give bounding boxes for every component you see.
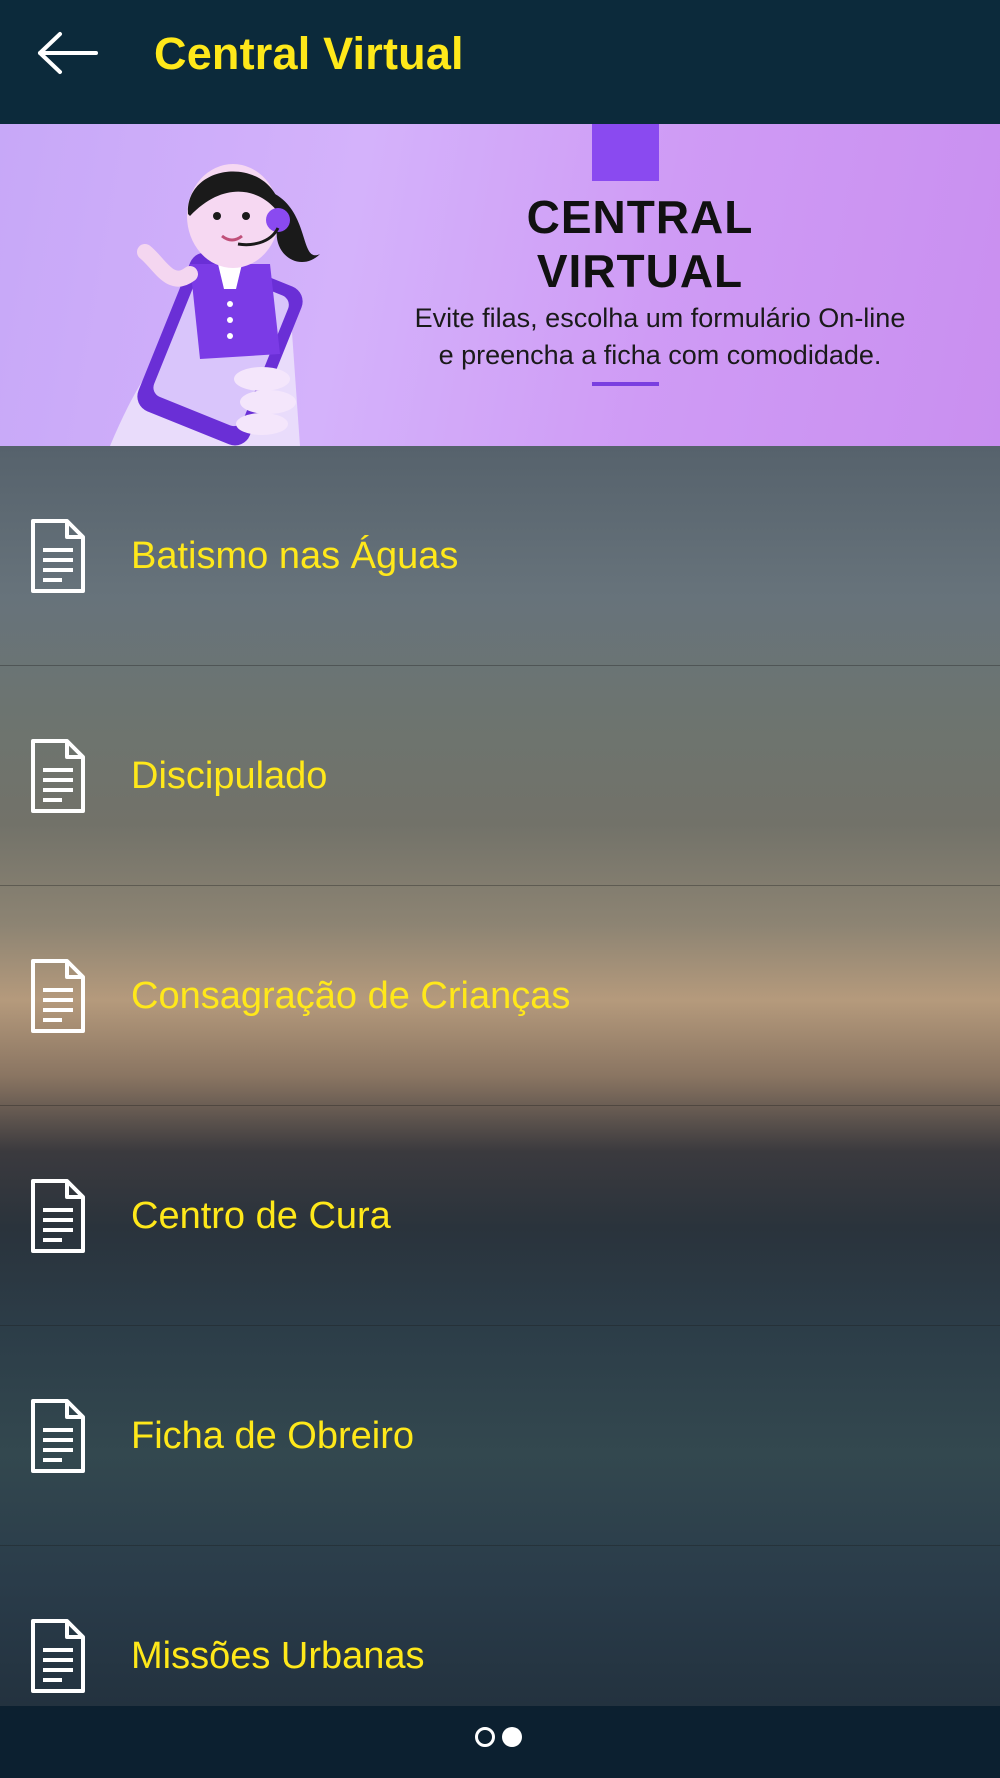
banner-accent-square (592, 124, 659, 181)
banner-title-line-2: VIRTUAL (536, 245, 744, 297)
call-center-woman-illustration (110, 164, 320, 446)
banner-accent-line (592, 382, 659, 386)
list-item-centro-de-cura[interactable]: Centro de Cura (0, 1106, 1000, 1326)
page-indicator-dot-1[interactable] (475, 1727, 495, 1747)
central-virtual-banner: CENTRAL VIRTUAL Evite filas, escolha um … (0, 124, 1000, 446)
document-icon (31, 519, 85, 593)
list-item-batismo[interactable]: Batismo nas Águas (0, 446, 1000, 666)
document-icon (31, 959, 85, 1033)
document-icon (31, 1619, 85, 1693)
document-icon (31, 1399, 85, 1473)
app-bar: Central Virtual (0, 0, 1000, 124)
list-item-ficha-de-obreiro[interactable]: Ficha de Obreiro (0, 1326, 1000, 1546)
arrow-left-icon (38, 32, 98, 74)
list-item-missoes-urbanas[interactable]: Missões Urbanas (0, 1546, 1000, 1706)
banner-title-line-1: CENTRAL (526, 191, 754, 243)
banner-subtitle: Evite filas, escolha um formulário On-li… (340, 300, 980, 374)
list-item-label: Consagração de Crianças (131, 975, 571, 1017)
list-item-discipulado[interactable]: Discipulado (0, 666, 1000, 886)
list-item-label: Centro de Cura (131, 1195, 391, 1237)
banner-subtitle-line-2: e preencha a ficha com comodidade. (438, 340, 882, 370)
document-icon (31, 739, 85, 813)
banner-title: CENTRAL VIRTUAL (480, 190, 800, 298)
list-item-label: Ficha de Obreiro (131, 1415, 415, 1457)
page-indicator-dot-2-active[interactable] (502, 1727, 522, 1747)
document-icon (31, 1179, 85, 1253)
page-title: Central Virtual (154, 28, 464, 79)
list-item-label: Batismo nas Águas (131, 535, 459, 577)
pager-bar (0, 1706, 1000, 1778)
back-button[interactable] (36, 30, 98, 76)
form-list: Batismo nas Águas Discipulado Consagraçã… (0, 446, 1000, 1706)
banner-subtitle-line-1: Evite filas, escolha um formulário On-li… (414, 303, 906, 333)
list-item-label: Discipulado (131, 755, 328, 797)
list-item-consagracao[interactable]: Consagração de Crianças (0, 886, 1000, 1106)
list-item-label: Missões Urbanas (131, 1635, 425, 1677)
